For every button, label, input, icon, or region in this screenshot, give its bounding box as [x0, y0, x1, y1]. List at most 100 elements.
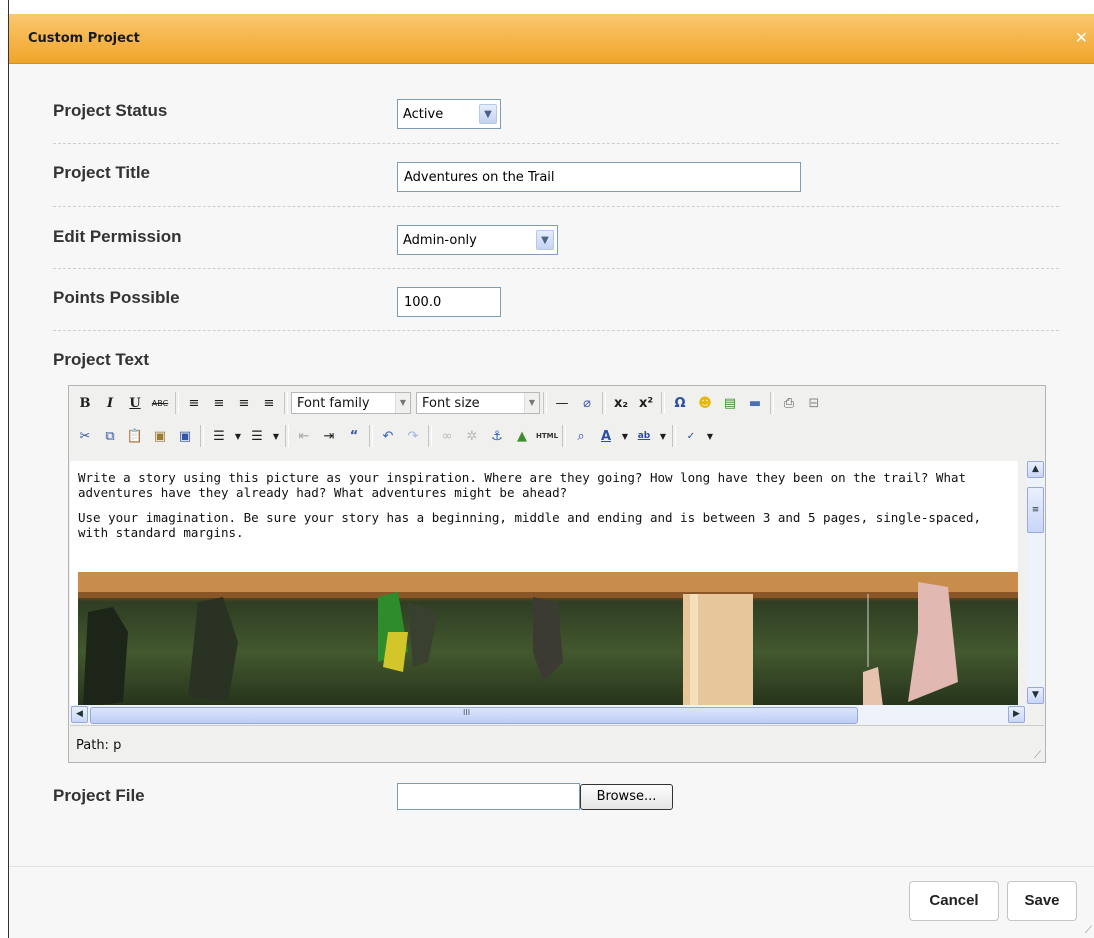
toolbar-separator	[285, 425, 289, 447]
edit-permission-label: Edit Permission	[53, 227, 182, 246]
edit-permission-value: Admin-only	[403, 233, 477, 248]
outdent-icon[interactable]: ⇤	[292, 424, 316, 448]
bold-icon[interactable]: B	[73, 391, 97, 415]
toolbar-separator	[661, 392, 665, 414]
points-possible-label: Points Possible	[53, 288, 180, 307]
element-path: Path: p	[76, 738, 122, 753]
chevron-down-icon[interactable]: ▼	[704, 424, 716, 448]
vertical-scroll-thumb[interactable]: ≡	[1027, 487, 1044, 533]
font-size-label: Font size	[422, 396, 480, 411]
emoticon-icon[interactable]: ☻	[693, 391, 717, 415]
superscript-icon[interactable]: x²	[634, 391, 658, 415]
separator	[53, 330, 1059, 331]
font-family-label: Font family	[297, 396, 370, 411]
cancel-button[interactable]: Cancel	[909, 881, 999, 921]
save-button[interactable]: Save	[1007, 881, 1077, 921]
editor-resize-icon[interactable]: ⟋	[1034, 750, 1041, 761]
image-icon[interactable]: ▲	[510, 424, 534, 448]
blockquote-icon[interactable]: “	[342, 424, 366, 448]
scroll-grip-icon: III	[463, 708, 471, 717]
trail-photo	[78, 572, 1018, 705]
close-icon[interactable]: ✕	[1075, 28, 1088, 47]
chevron-down-icon: ▼	[479, 104, 497, 124]
font-family-select[interactable]: Font family ▼	[291, 392, 411, 414]
scroll-right-icon[interactable]: ▶	[1008, 706, 1025, 723]
project-title-label: Project Title	[53, 163, 150, 182]
editor-statusbar: Path: p ⟋	[70, 725, 1044, 762]
project-file-path-input[interactable]	[397, 783, 580, 810]
horizontal-scroll-thumb[interactable]: III	[90, 707, 858, 724]
project-status-value: Active	[403, 107, 444, 122]
page-break-icon[interactable]: ⊟	[802, 391, 826, 415]
align-right-icon[interactable]: ≡	[232, 391, 256, 415]
undo-icon[interactable]: ↶	[376, 424, 400, 448]
unlink-icon[interactable]: ✲	[460, 424, 484, 448]
chevron-down-icon[interactable]: ▼	[657, 424, 669, 448]
chevron-down-icon: ▼	[395, 393, 410, 413]
toolbar-separator	[562, 425, 566, 447]
align-justify-icon[interactable]: ≡	[257, 391, 281, 415]
chevron-down-icon: ▼	[524, 393, 539, 413]
font-size-select[interactable]: Font size ▼	[416, 392, 540, 414]
hr-icon[interactable]: ▬	[743, 391, 767, 415]
editor-horizontal-scrollbar[interactable]: ◀ III ▶	[70, 705, 1027, 724]
anchor-icon[interactable]: ⚓	[485, 424, 509, 448]
horizontal-rule-icon[interactable]: —	[550, 391, 574, 415]
chevron-down-icon[interactable]: ▼	[619, 424, 631, 448]
media-icon[interactable]: ▤	[718, 391, 742, 415]
text-color-icon[interactable]: A	[594, 424, 618, 448]
chevron-down-icon[interactable]: ▼	[270, 424, 282, 448]
points-possible-input[interactable]: 100.0	[397, 287, 501, 317]
underline-icon[interactable]: U	[123, 391, 147, 415]
strikethrough-icon[interactable]: ABC	[148, 391, 172, 415]
indent-icon[interactable]: ⇥	[317, 424, 341, 448]
remove-format-icon[interactable]: ⌀	[575, 391, 599, 415]
align-center-icon[interactable]: ≡	[207, 391, 231, 415]
numbered-list-icon[interactable]: ☰	[245, 424, 269, 448]
dialog-titlebar: Custom Project ✕	[9, 14, 1094, 64]
separator	[53, 206, 1059, 207]
subscript-icon[interactable]: x₂	[609, 391, 633, 415]
copy-icon[interactable]: ⧉	[98, 424, 122, 448]
project-status-label: Project Status	[53, 101, 168, 120]
toolbar-separator	[602, 392, 606, 414]
html-icon[interactable]: HTML	[535, 424, 559, 448]
separator	[53, 143, 1059, 144]
separator	[53, 268, 1059, 269]
bullet-list-icon[interactable]: ☰	[207, 424, 231, 448]
cut-icon[interactable]: ✂	[73, 424, 97, 448]
dialog-title: Custom Project	[28, 31, 140, 46]
spellcheck-icon[interactable]: ✓	[679, 424, 703, 448]
paste-word-icon[interactable]: ▣	[173, 424, 197, 448]
paste-text-icon[interactable]: ▣	[148, 424, 172, 448]
project-status-select[interactable]: Active ▼	[397, 99, 501, 129]
project-file-label: Project File	[53, 786, 145, 805]
preview-icon[interactable]: ⌕	[569, 424, 593, 448]
toolbar-separator	[369, 425, 373, 447]
print-icon[interactable]: ⎙	[777, 391, 801, 415]
editor-content-area[interactable]: Write a story using this picture as your…	[70, 461, 1018, 705]
link-icon[interactable]: ∞	[435, 424, 459, 448]
toolbar-separator	[284, 392, 288, 414]
chevron-down-icon[interactable]: ▼	[232, 424, 244, 448]
browse-button[interactable]: Browse...	[580, 784, 673, 810]
toolbar-separator	[543, 392, 547, 414]
scroll-down-icon[interactable]: ▼	[1027, 687, 1044, 704]
story-prompt-paragraph-1: Write a story using this picture as your…	[78, 470, 967, 500]
project-title-input[interactable]: Adventures on the Trail	[397, 162, 801, 192]
special-char-icon[interactable]: Ω	[668, 391, 692, 415]
edit-permission-select[interactable]: Admin-only ▼	[397, 225, 558, 255]
align-left-icon[interactable]: ≡	[182, 391, 206, 415]
scroll-up-icon[interactable]: ▲	[1027, 461, 1044, 478]
project-text-label: Project Text	[53, 350, 150, 369]
rich-text-editor: B I U ABC ≡ ≡ ≡ ≡ Font family ▼ Font siz…	[68, 385, 1046, 763]
italic-icon[interactable]: I	[98, 391, 122, 415]
redo-icon[interactable]: ↷	[401, 424, 425, 448]
editor-toolbar-row-2: ✂ ⧉ 📋 ▣ ▣ ☰ ▼ ☰ ▼ ⇤ ⇥ “ ↶ ↷ ∞ ✲ ⚓ ▲ HTML…	[73, 422, 716, 450]
editor-vertical-scrollbar[interactable]: ▲ ≡ ▼	[1027, 461, 1044, 705]
highlight-icon[interactable]: ab	[632, 424, 656, 448]
paste-icon[interactable]: 📋	[123, 424, 147, 448]
scroll-left-icon[interactable]: ◀	[71, 706, 88, 723]
resize-grip-icon[interactable]: ⟋	[1085, 925, 1092, 936]
toolbar-separator	[770, 392, 774, 414]
